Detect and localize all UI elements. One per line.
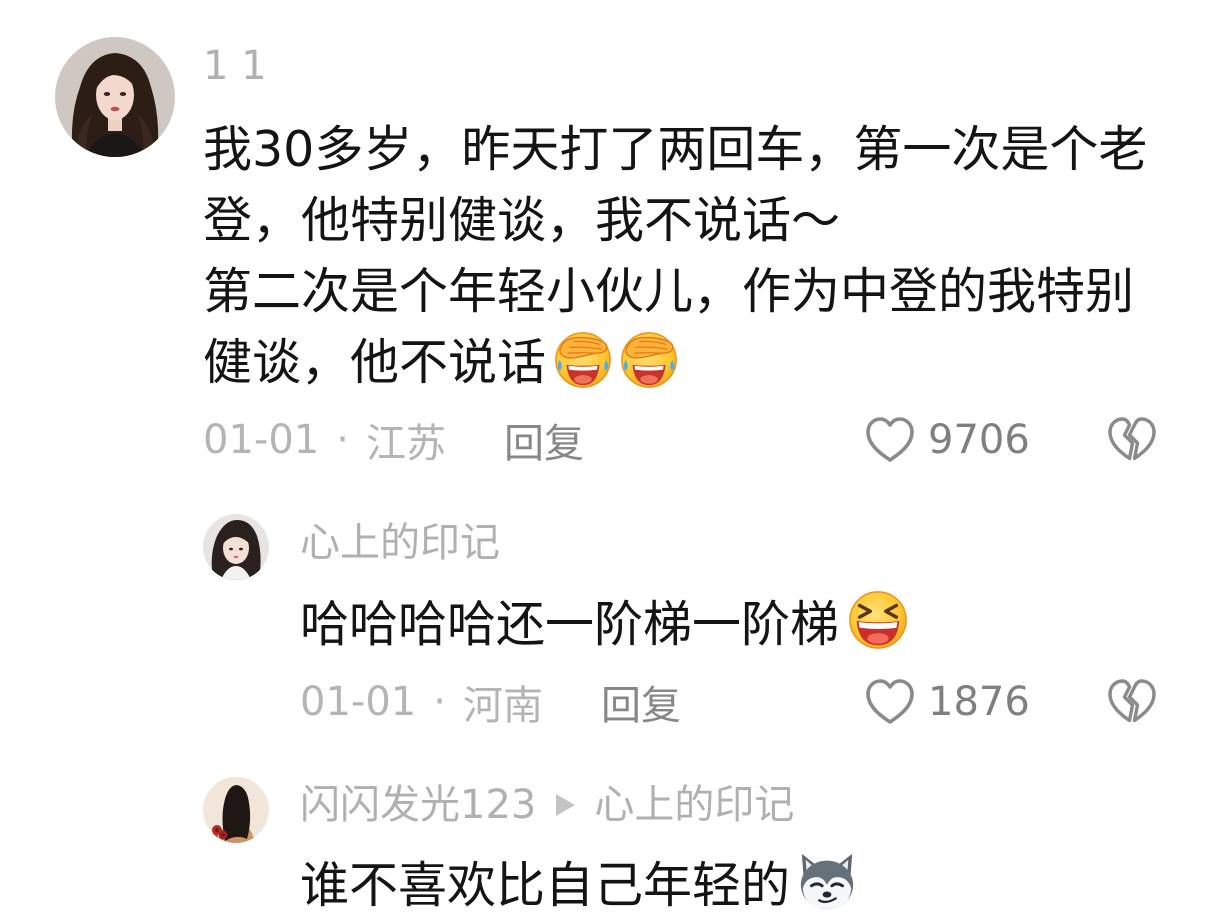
broken-heart-icon: [1108, 417, 1156, 461]
heart-outline-icon: [866, 417, 914, 462]
avatar-image: [203, 514, 269, 580]
reply-button[interactable]: 回复: [504, 411, 584, 469]
like-count: 9706: [928, 417, 1030, 463]
dislike-button[interactable]: [1106, 416, 1158, 464]
reply-location: 河南: [462, 683, 543, 729]
husky-emoji-icon: [799, 852, 855, 911]
comment-text-segment: 登，他特别健谈，我不说话～: [203, 192, 841, 249]
avatar[interactable]: [203, 514, 269, 580]
comment-text-line: 第二次是个年轻小伙儿，作为中登的我特别: [203, 252, 1147, 323]
cover-face-laugh-emoji-icon: [621, 331, 677, 388]
reply-header: 心上的印记: [300, 518, 500, 568]
like-button[interactable]: 1876: [864, 677, 1030, 727]
comment-text-line: 健谈，他不说话: [203, 323, 1147, 394]
comment-text-segment: 我30多岁，昨天打了两回车，第一次是个老: [203, 121, 1148, 178]
comment-text-line: 我30多岁，昨天打了两回车，第一次是个老: [203, 110, 1147, 181]
dislike-button[interactable]: [1106, 678, 1158, 726]
reply-to-username[interactable]: 心上的印记: [594, 780, 794, 830]
reply-text: 哈哈哈哈还一阶梯一阶梯: [300, 588, 909, 653]
comment-text: 我30多岁，昨天打了两回车，第一次是个老 登，他特别健谈，我不说话～ 第二次是个…: [203, 110, 1147, 394]
reply-text-segment: 谁不喜欢比自己年轻的: [300, 856, 791, 914]
comment-text-line: 登，他特别健谈，我不说话～: [203, 181, 1147, 252]
avatar[interactable]: [203, 777, 269, 843]
username[interactable]: 1 1: [203, 41, 267, 91]
comment-location: 江苏: [365, 421, 446, 467]
reply-header: 闪闪发光123 心上的印记: [300, 780, 794, 830]
reply-text-segment: 哈哈哈哈还一阶梯一阶梯: [300, 595, 840, 653]
cover-face-laugh-emoji-icon: [555, 331, 611, 388]
reply-text: 谁不喜欢比自己年轻的: [300, 849, 858, 914]
like-count: 1876: [928, 679, 1030, 725]
play-triangle-icon: [556, 794, 576, 816]
comment-meta: 01-01 · 江苏 回复: [203, 415, 584, 467]
comment-text-segment: 健谈，他不说话: [203, 334, 547, 391]
reply-date: 01-01: [300, 679, 417, 725]
meta-separator: ·: [433, 679, 446, 725]
avatar[interactable]: [55, 37, 175, 157]
big-laugh-emoji-icon: [848, 590, 908, 650]
comment-date: 01-01: [203, 417, 320, 463]
comment-header: 1 1: [203, 41, 267, 91]
reply-meta: 01-01 · 河南 回复: [300, 677, 681, 729]
avatar-image: [203, 777, 269, 843]
reply-button[interactable]: 回复: [601, 673, 681, 731]
username[interactable]: 闪闪发光123: [300, 780, 536, 830]
username[interactable]: 心上的印记: [300, 518, 500, 568]
avatar-image: [55, 37, 175, 157]
meta-separator: ·: [336, 417, 349, 463]
broken-heart-icon: [1108, 679, 1156, 723]
like-button[interactable]: 9706: [864, 415, 1030, 465]
comment-text-segment: 第二次是个年轻小伙儿，作为中登的我特别: [203, 263, 1135, 320]
heart-outline-icon: [866, 679, 914, 724]
